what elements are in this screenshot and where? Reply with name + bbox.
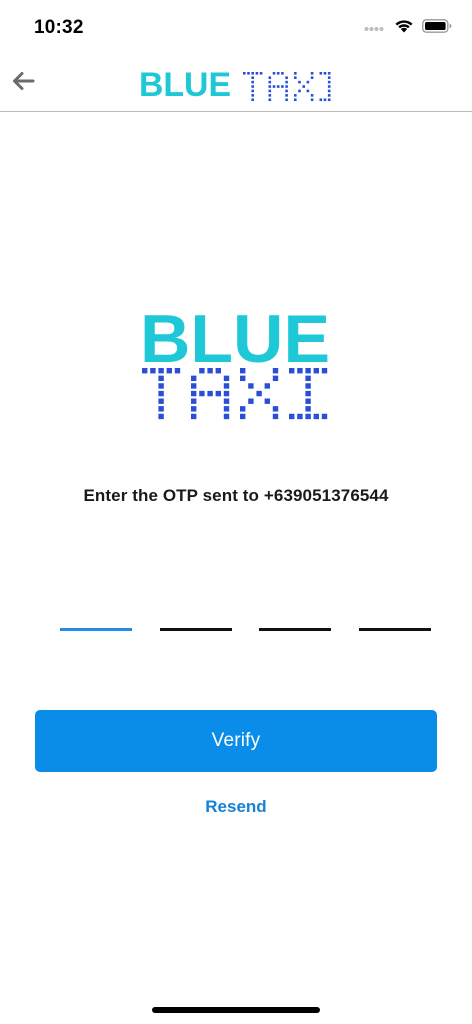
dotted-letter xyxy=(294,72,314,102)
dotted-letter xyxy=(319,72,339,102)
dotted-letter xyxy=(243,72,263,102)
status-time: 10:32 xyxy=(34,17,84,38)
back-button[interactable] xyxy=(8,68,38,98)
verify-button[interactable]: Verify xyxy=(35,710,437,772)
status-bar: 10:32 xyxy=(0,0,472,56)
header-brand-solid: BLUE xyxy=(139,66,231,104)
otp-digit-3[interactable] xyxy=(259,600,331,631)
status-icons xyxy=(364,18,452,38)
home-indicator xyxy=(152,1007,320,1013)
otp-inputs xyxy=(0,600,472,640)
wifi-icon xyxy=(394,18,414,38)
resend-link[interactable]: Resend xyxy=(0,797,472,817)
header-brand-dotted xyxy=(243,72,339,102)
otp-digit-4[interactable] xyxy=(359,600,431,631)
dotted-letter xyxy=(268,72,288,102)
otp-digit-1[interactable] xyxy=(60,600,132,631)
otp-digit-2[interactable] xyxy=(160,600,232,631)
arrow-left-icon xyxy=(11,71,35,96)
nav-bar: BLUE xyxy=(0,56,472,112)
battery-icon xyxy=(422,18,452,38)
logo-word-blue: BLUE xyxy=(140,308,330,377)
header-logo: BLUE xyxy=(139,64,339,104)
otp-prompt: Enter the OTP sent to +639051376544 xyxy=(83,486,389,505)
app-logo: BLUE xyxy=(140,301,332,424)
signal-dots-icon xyxy=(364,19,386,37)
